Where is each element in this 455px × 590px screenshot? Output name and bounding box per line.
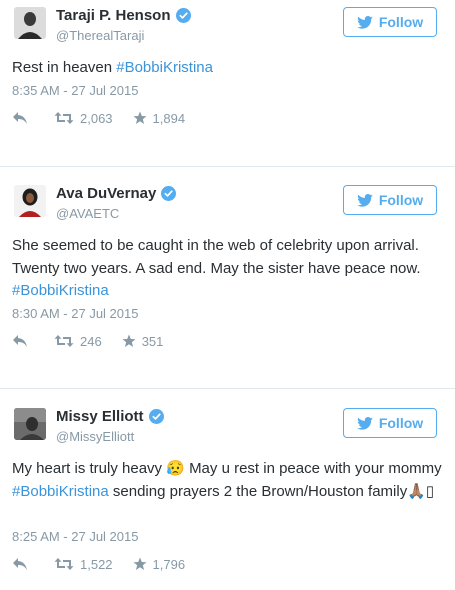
reply-button[interactable] [12,111,28,125]
follow-label: Follow [378,415,424,431]
retweet-button[interactable]: 246 [54,334,102,349]
user-name[interactable]: Missy Elliott [56,408,164,425]
tweet-timestamp[interactable]: 8:25 AM - 27 Jul 2015 [12,529,138,544]
tweet-text-body: She seemed to be caught in the web of ce… [12,237,421,277]
tweet-actions: 1,522 1,796 [12,554,185,574]
star-icon [133,111,147,124]
retweet-icon [54,335,74,347]
user-handle[interactable]: @TherealTaraji [56,28,144,43]
tweet-card: Taraji P. Henson @TherealTaraji Follow R… [0,0,455,148]
user-name[interactable]: Taraji P. Henson [56,7,191,24]
reply-button[interactable] [12,334,28,348]
retweet-count: 246 [80,333,102,349]
user-name[interactable]: Ava DuVernay [56,185,177,202]
retweet-button[interactable]: 2,063 [54,111,113,126]
tweet-text-body: My heart is truly heavy 😥 May u rest in … [12,460,442,477]
tweet-actions: 246 351 [12,331,163,351]
reply-icon [13,112,27,124]
favorite-count: 1,894 [152,110,186,126]
tweet-card: Missy Elliott @MissyElliott Follow My he… [0,401,455,590]
divider [0,166,455,167]
follow-button[interactable]: Follow [343,7,437,37]
tweet-text-tail: sending prayers 2 the Brown/Houston fami… [108,482,435,500]
follow-button[interactable]: Follow [343,408,437,438]
tweet-timestamp[interactable]: 8:35 AM - 27 Jul 2015 [12,83,138,98]
user-handle[interactable]: @AVAETC [56,206,119,221]
star-icon [133,557,147,570]
retweet-count: 2,063 [80,110,113,126]
user-handle[interactable]: @MissyElliott [56,429,134,444]
tweet-text: Rest in heaven #BobbiKristina [12,57,442,80]
reply-icon [13,335,27,347]
divider [0,388,455,389]
follow-button[interactable]: Follow [343,185,437,215]
star-icon [122,334,136,347]
favorite-count: 1,796 [152,556,186,572]
hashtag-link[interactable]: #BobbiKristina [116,59,213,76]
reply-icon [13,558,27,570]
tweet-actions: 2,063 1,894 [12,108,185,128]
favorite-count: 351 [141,333,164,349]
verified-badge-icon [148,409,164,424]
hashtag-link[interactable]: #BobbiKristina [12,483,109,500]
twitter-bird-icon [357,15,373,29]
follow-label: Follow [378,192,424,208]
user-name-text: Missy Elliott [56,408,144,425]
favorite-button[interactable]: 1,894 [133,110,186,126]
avatar[interactable] [14,185,46,217]
user-name-text: Ava DuVernay [56,185,157,202]
retweet-count: 1,522 [80,556,113,572]
tweet-timestamp[interactable]: 8:30 AM - 27 Jul 2015 [12,306,138,321]
tweet-text: My heart is truly heavy 😥 May u rest in … [12,458,442,503]
verified-badge-icon [175,8,191,23]
tweet-card: Ava DuVernay @AVAETC Follow She seemed t… [0,178,455,368]
retweet-button[interactable]: 1,522 [54,557,113,572]
user-name-text: Taraji P. Henson [56,7,171,24]
favorite-button[interactable]: 351 [122,333,164,349]
hashtag-link[interactable]: #BobbiKristina [12,282,109,299]
reply-button[interactable] [12,557,28,571]
retweet-icon [54,112,74,124]
tweet-text: She seemed to be caught in the web of ce… [12,235,442,303]
tweet-text-body: Rest in heaven [12,59,117,76]
favorite-button[interactable]: 1,796 [133,556,186,572]
verified-badge-icon [161,186,177,201]
avatar[interactable] [14,408,46,440]
twitter-bird-icon [357,416,373,430]
follow-label: Follow [378,14,424,30]
avatar[interactable] [14,7,46,39]
retweet-icon [54,558,74,570]
twitter-bird-icon [357,193,373,207]
